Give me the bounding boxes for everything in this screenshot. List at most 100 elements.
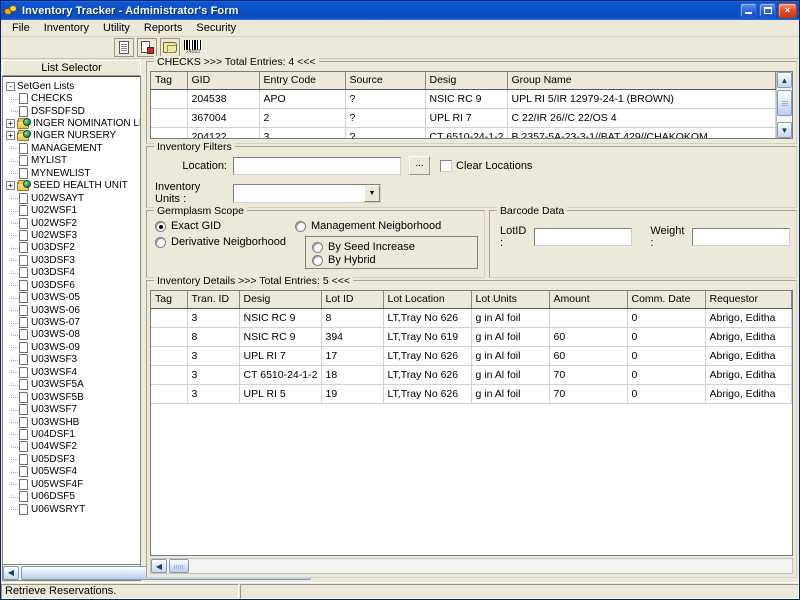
table-row[interactable]: 204122 3? CT 6510-24-1-2 B 2357-5A-23-3-1//… bbox=[151, 127, 776, 138]
radio-by-hybrid-button[interactable] bbox=[312, 254, 323, 266]
expand-icon[interactable]: + bbox=[6, 131, 15, 141]
checks-col-desig[interactable]: Desig bbox=[425, 72, 508, 90]
close-button[interactable]: × bbox=[778, 3, 797, 18]
tree-item-inger-nomination-lis[interactable]: + INGER NOMINATION LIS bbox=[6, 117, 140, 130]
details-col-lot-location[interactable]: Lot Location bbox=[383, 291, 472, 309]
menu-file[interactable]: File bbox=[5, 21, 37, 35]
clear-locations-row[interactable]: Clear Locations bbox=[440, 159, 532, 172]
collapse-icon[interactable]: - bbox=[6, 81, 15, 91]
inventory-details-scroll[interactable]: Tag Tran. ID Desig Lot ID Lot Location Lot Un… bbox=[151, 291, 792, 404]
radio-derivative-neigborhood-button[interactable] bbox=[155, 236, 166, 248]
table-row[interactable]: 3 CT 6510-24-1-2 18 LT,Tray No 626 g in Al f… bbox=[151, 365, 792, 385]
checks-grid-scroll[interactable]: Tag GID Entry Code Source Desig Group Name 20… bbox=[151, 72, 776, 138]
table-row[interactable]: 3 NSIC RC 9 8 LT,Tray No 626 g in Al foil 0 Ab… bbox=[151, 308, 792, 328]
radio-management-neigborhood-button[interactable] bbox=[295, 220, 306, 232]
checks-scroll-track[interactable] bbox=[777, 88, 792, 122]
tree-item-u03dsf2[interactable]: U03DSF2 bbox=[6, 242, 140, 254]
inventory-details-grid[interactable]: Tag Tran. ID Desig Lot ID Lot Location Lot Un… bbox=[150, 290, 793, 556]
minimize-button[interactable] bbox=[740, 3, 757, 18]
tree-item-u03wsf5a[interactable]: U03WSF5A bbox=[6, 379, 140, 391]
tree-item-u03wshb[interactable]: U03WSHB bbox=[6, 416, 140, 428]
menu-utility[interactable]: Utility bbox=[96, 21, 137, 35]
radio-derivative-neigborhood[interactable]: Derivative Neigborhood bbox=[155, 236, 295, 248]
radio-by-hybrid[interactable]: By Hybrid bbox=[312, 254, 471, 266]
checks-col-gid[interactable]: GID bbox=[187, 72, 260, 90]
tree-item-u03wsf7[interactable]: U03WSF7 bbox=[6, 403, 140, 416]
tree-item-checks[interactable]: CHECKS bbox=[6, 92, 140, 105]
tree-item-u03ws-06[interactable]: U03WS-06 bbox=[6, 304, 140, 316]
scroll-down-arrow-icon[interactable]: ▼ bbox=[777, 122, 792, 138]
table-row[interactable]: 3 UPL RI 5 19 LT,Tray No 626 g in Al foil 70 0… bbox=[151, 384, 792, 404]
clear-locations-checkbox[interactable] bbox=[440, 159, 452, 172]
barcode-button[interactable]: 24553 bbox=[183, 38, 203, 57]
tree-item-u03dsf4[interactable]: U03DSF4 bbox=[6, 267, 140, 279]
tree-item-u03dsf6[interactable]: U03DSF6 bbox=[6, 279, 140, 291]
details-scroll-track[interactable] bbox=[167, 559, 792, 573]
radio-exact-gid-button[interactable] bbox=[155, 220, 166, 232]
tree-item-seed-health-unit[interactable]: + SEED HEALTH UNIT bbox=[6, 180, 140, 192]
tree-item-u03ws-08[interactable]: U03WS-08 bbox=[6, 329, 140, 341]
tree-item-inger-nursery[interactable]: + INGER NURSERY bbox=[6, 130, 140, 142]
tree-item-u05wsf4[interactable]: U05WSF4 bbox=[6, 466, 140, 478]
tree-item-u06dsf5[interactable]: U06DSF5 bbox=[6, 490, 140, 503]
new-document-button[interactable] bbox=[114, 38, 134, 57]
location-browse-button[interactable]: ... bbox=[409, 156, 430, 175]
lotid-input[interactable] bbox=[534, 228, 633, 246]
expand-icon[interactable]: + bbox=[6, 119, 15, 129]
checks-col-source[interactable]: Source bbox=[345, 72, 426, 90]
tree-item-u04dsf1[interactable]: U04DSF1 bbox=[6, 428, 140, 440]
tree-item-u06wsryt[interactable]: U06WSRYT bbox=[6, 503, 140, 515]
scroll-up-arrow-icon[interactable]: ▲ bbox=[777, 72, 792, 88]
radio-by-seed-increase[interactable]: By Seed Increase bbox=[312, 241, 471, 253]
details-col-comm-date[interactable]: Comm. Date bbox=[627, 291, 706, 309]
tree-item-management[interactable]: MANAGEMENT bbox=[6, 142, 140, 154]
tree-item-u03ws-09[interactable]: U03WS-09 bbox=[6, 341, 140, 353]
expand-icon[interactable]: + bbox=[6, 181, 15, 191]
checks-col-group-name[interactable]: Group Name bbox=[507, 72, 776, 90]
tree-item-u03wsf5b[interactable]: U03WSF5B bbox=[6, 391, 140, 403]
details-col-amount[interactable]: Amount bbox=[549, 291, 628, 309]
tree-item-u03ws-07[interactable]: U03WS-07 bbox=[6, 316, 140, 329]
tree-item-u02wsf3[interactable]: U02WSF3 bbox=[6, 229, 140, 241]
tree-item-u02wsf1[interactable]: U02WSF1 bbox=[6, 204, 140, 217]
menu-inventory[interactable]: Inventory bbox=[37, 21, 96, 35]
tree-root-setgen-lists[interactable]: - SetGen Lists bbox=[6, 80, 140, 92]
location-input[interactable] bbox=[233, 156, 401, 175]
tree-horizontal-scrollbar[interactable]: ◀ ▶ bbox=[2, 565, 311, 581]
details-col-requestor[interactable]: Requestor bbox=[705, 291, 792, 309]
restore-button[interactable] bbox=[759, 3, 776, 18]
table-row[interactable]: 3 UPL RI 7 17 LT,Tray No 626 g in Al foil 60 0… bbox=[151, 346, 792, 366]
details-scroll-thumb[interactable] bbox=[169, 559, 189, 573]
save-document-button[interactable] bbox=[137, 38, 157, 57]
tree-item-u03wsf4[interactable]: U03WSF4 bbox=[6, 366, 140, 378]
details-col-commit[interactable]: Commit bbox=[791, 291, 792, 309]
checks-grid[interactable]: Tag GID Entry Code Source Desig Group Name 20… bbox=[150, 71, 793, 139]
menu-security[interactable]: Security bbox=[189, 21, 243, 35]
tree-item-u03dsf3[interactable]: U03DSF3 bbox=[6, 254, 140, 266]
inventory-units-select[interactable]: ▼ bbox=[233, 183, 381, 203]
details-col-lot-units[interactable]: Lot Units bbox=[471, 291, 550, 309]
menu-reports[interactable]: Reports bbox=[137, 21, 190, 35]
checks-col-tag[interactable]: Tag bbox=[151, 72, 188, 90]
table-row[interactable]: 204538 APO? NSIC RC 9 UPL RI 5/IR 12979-24-… bbox=[151, 89, 776, 109]
tree-item-u03ws-05[interactable]: U03WS-05 bbox=[6, 291, 140, 304]
details-scroll-left-arrow-icon[interactable]: ◀ bbox=[151, 559, 167, 573]
tree-item-dsfsdfsd[interactable]: DSFSDFSD bbox=[6, 105, 140, 117]
scroll-left-arrow-icon[interactable]: ◀ bbox=[3, 565, 19, 580]
tree-item-mylist[interactable]: MYLIST bbox=[6, 155, 140, 167]
table-row[interactable]: 367004 2? UPL RI 7C 22/IR 26//C 22/OS 4 bbox=[151, 108, 776, 128]
list-tree-container[interactable]: - SetGen Lists CHECKS DSFSDFSD + INGER NOMI… bbox=[2, 76, 141, 565]
details-horizontal-scrollbar[interactable]: ◀ bbox=[150, 558, 793, 574]
tree-item-u02wsayt[interactable]: U02WSAYT bbox=[6, 192, 140, 204]
scroll-track[interactable] bbox=[19, 565, 311, 580]
radio-management-neigborhood[interactable]: Management Neigborhood bbox=[295, 220, 478, 232]
weight-input[interactable] bbox=[692, 228, 790, 246]
tree-item-u02wsf2[interactable]: U02WSF2 bbox=[6, 217, 140, 229]
tree-item-u05dsf3[interactable]: U05DSF3 bbox=[6, 453, 140, 465]
radio-exact-gid[interactable]: Exact GID bbox=[155, 220, 295, 232]
details-col-tran-id[interactable]: Tran. ID bbox=[187, 291, 240, 309]
checks-scroll-thumb[interactable] bbox=[777, 90, 792, 116]
details-col-desig[interactable]: Desig bbox=[239, 291, 322, 309]
details-col-tag[interactable]: Tag bbox=[151, 291, 188, 309]
chevron-down-icon[interactable]: ▼ bbox=[364, 184, 380, 202]
